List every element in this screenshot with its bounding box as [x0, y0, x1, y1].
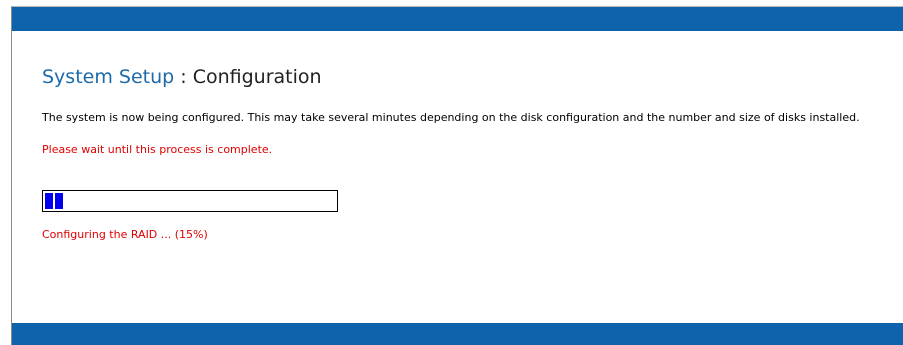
progress-fill — [45, 193, 63, 209]
page-title-separator: : — [174, 66, 193, 88]
progress-block — [55, 193, 63, 209]
page-title-sub: Configuration — [192, 66, 322, 88]
wait-message: Please wait until this process is comple… — [42, 143, 273, 156]
bottom-banner — [12, 323, 903, 345]
progress-status-text: Configuring the RAID ... (15%) — [42, 228, 208, 241]
progress-bar — [42, 190, 338, 212]
configuration-description: The system is now being configured. This… — [42, 111, 860, 124]
main-content: System Setup : Configuration The system … — [42, 63, 882, 241]
page-title: System Setup : Configuration — [42, 63, 882, 91]
page-title-main: System Setup — [42, 66, 175, 88]
top-banner — [12, 7, 903, 31]
setup-window: System Setup : Configuration The system … — [11, 6, 903, 345]
progress-block — [45, 193, 53, 209]
